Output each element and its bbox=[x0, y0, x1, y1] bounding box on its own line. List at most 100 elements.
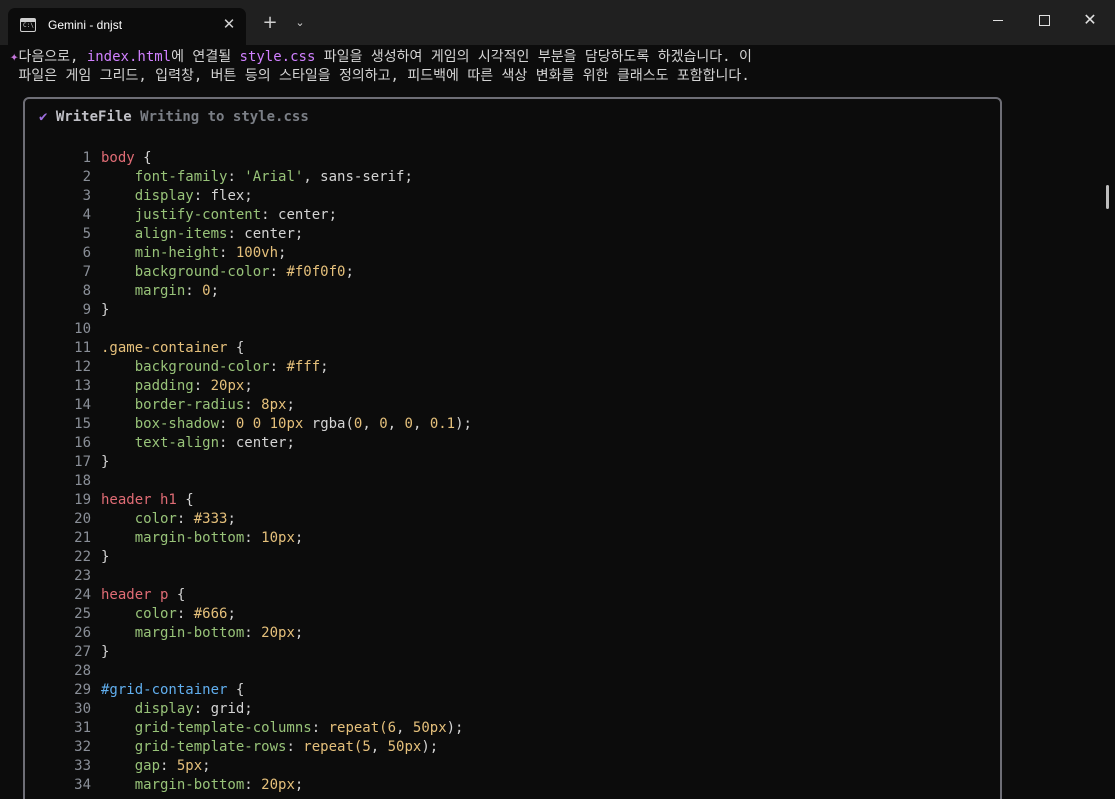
code-line: 1 body { bbox=[65, 149, 152, 168]
code-token: 50px bbox=[387, 739, 422, 755]
code-token: #666 bbox=[193, 606, 228, 622]
code-line: 3 display: flex; bbox=[65, 187, 253, 206]
code-token: ); bbox=[455, 416, 472, 432]
code-token: color bbox=[134, 511, 177, 527]
maximize-icon bbox=[1038, 14, 1050, 26]
code-token: 10px bbox=[269, 416, 304, 432]
line-number: 34 bbox=[74, 777, 91, 793]
code-line: 17} bbox=[65, 453, 109, 472]
line-number: 3 bbox=[82, 188, 91, 204]
code-line: 31 grid-template-columns: repeat(6, 50px… bbox=[65, 719, 463, 738]
code-token: margin-bottom bbox=[134, 530, 245, 546]
code-token: 5px bbox=[176, 758, 203, 774]
code-token: 0 bbox=[379, 416, 388, 432]
line-number: 1 bbox=[82, 150, 91, 166]
code-token: 6 bbox=[387, 720, 397, 736]
code-token: } bbox=[101, 644, 110, 660]
code-token: 5 bbox=[362, 739, 371, 755]
code-token: header h1 bbox=[101, 492, 177, 508]
code-line: 6 min-height: 100vh; bbox=[65, 244, 287, 263]
code-token: display bbox=[134, 701, 194, 717]
code-token: : bbox=[244, 777, 262, 793]
code-line: 13 padding: 20px; bbox=[65, 377, 253, 396]
line-number: 14 bbox=[74, 397, 91, 413]
code-token: ; bbox=[244, 378, 253, 394]
code-line: 27} bbox=[65, 643, 109, 662]
code-token: , bbox=[370, 739, 388, 755]
code-token: : bbox=[269, 264, 287, 280]
code-token: 0 bbox=[404, 416, 413, 432]
code-line: 14 border-radius: 8px; bbox=[65, 396, 295, 415]
code-token: : bbox=[176, 511, 194, 527]
tab-gemini[interactable]: C:\ Gemini - dnjst ✕ bbox=[8, 8, 246, 45]
code-token: ; bbox=[227, 511, 236, 527]
code-token: ; bbox=[345, 264, 354, 280]
line-number: 7 bbox=[82, 264, 91, 280]
code-token: color bbox=[134, 606, 177, 622]
line-number: 22 bbox=[74, 549, 91, 565]
message-line-2: 파일은 게임 그리드, 입력창, 버튼 등의 스타일을 정의하고, 피드백에 따… bbox=[10, 67, 750, 86]
code-token: body bbox=[101, 150, 135, 166]
code-token: : bbox=[244, 530, 262, 546]
close-tab-icon[interactable]: ✕ bbox=[220, 15, 238, 33]
code-token: { bbox=[134, 150, 152, 166]
code-token: padding bbox=[134, 378, 194, 394]
terminal-window: C:\ Gemini - dnjst ✕ + ⌄ ✕ ✦다음으로, index.… bbox=[0, 0, 1115, 799]
code-token: : center; bbox=[219, 435, 295, 451]
code-line: 16 text-align: center; bbox=[65, 434, 295, 453]
tab-dropdown-icon[interactable]: ⌄ bbox=[290, 12, 310, 34]
code-token: ; bbox=[286, 397, 295, 413]
line-number: 27 bbox=[74, 644, 91, 660]
code-token: header p bbox=[101, 587, 169, 603]
code-token: : bbox=[160, 758, 177, 774]
terminal-output[interactable]: ✦다음으로, index.html에 연결될 style.css 파일을 생성하… bbox=[0, 45, 1115, 799]
tab-title: Gemini - dnjst bbox=[48, 18, 123, 32]
code-token: margin bbox=[134, 283, 186, 299]
close-window-button[interactable]: ✕ bbox=[1067, 0, 1113, 40]
code-line: 2 font-family: 'Arial', sans-serif; bbox=[65, 168, 413, 187]
scrollbar-thumb[interactable] bbox=[1106, 185, 1109, 209]
code-token: rgba( bbox=[303, 416, 354, 432]
code-token: 20px bbox=[261, 777, 295, 793]
line-number: 5 bbox=[82, 226, 91, 242]
code-token: font-family bbox=[134, 169, 228, 185]
code-line: 11 .game-container { bbox=[65, 339, 244, 358]
message-segment: 다음으로, bbox=[18, 49, 87, 65]
code-token: background-color bbox=[134, 264, 270, 280]
message-text-2: 파일은 게임 그리드, 입력창, 버튼 등의 스타일을 정의하고, 피드백에 따… bbox=[10, 68, 750, 84]
code-token: : grid; bbox=[193, 701, 253, 717]
code-token: box-shadow bbox=[134, 416, 220, 432]
maximize-button[interactable] bbox=[1021, 0, 1067, 40]
code-token: 0 bbox=[252, 416, 262, 432]
code-token: gap bbox=[134, 758, 161, 774]
line-number: 23 bbox=[74, 568, 91, 584]
minimize-button[interactable] bbox=[975, 0, 1021, 40]
code-token: : flex; bbox=[193, 188, 253, 204]
new-tab-button[interactable]: + bbox=[259, 12, 281, 34]
line-number: 10 bbox=[74, 321, 91, 337]
line-number: 31 bbox=[74, 720, 91, 736]
code-token: margin-bottom bbox=[134, 625, 245, 641]
code-token: ; bbox=[294, 625, 304, 641]
code-token: grid-template-rows bbox=[134, 739, 287, 755]
code-line: 12 background-color: #fff; bbox=[65, 358, 328, 377]
code-token: ; bbox=[294, 530, 304, 546]
code-line: 15 box-shadow: 0 0 10px rgba(0, 0, 0, 0.… bbox=[65, 415, 472, 434]
code-token: , bbox=[396, 720, 413, 736]
code-token: 100vh bbox=[235, 245, 279, 261]
code-token: , bbox=[412, 416, 430, 432]
code-token: ); bbox=[446, 720, 464, 736]
code-token: : bbox=[185, 283, 203, 299]
code-token: : bbox=[193, 378, 211, 394]
